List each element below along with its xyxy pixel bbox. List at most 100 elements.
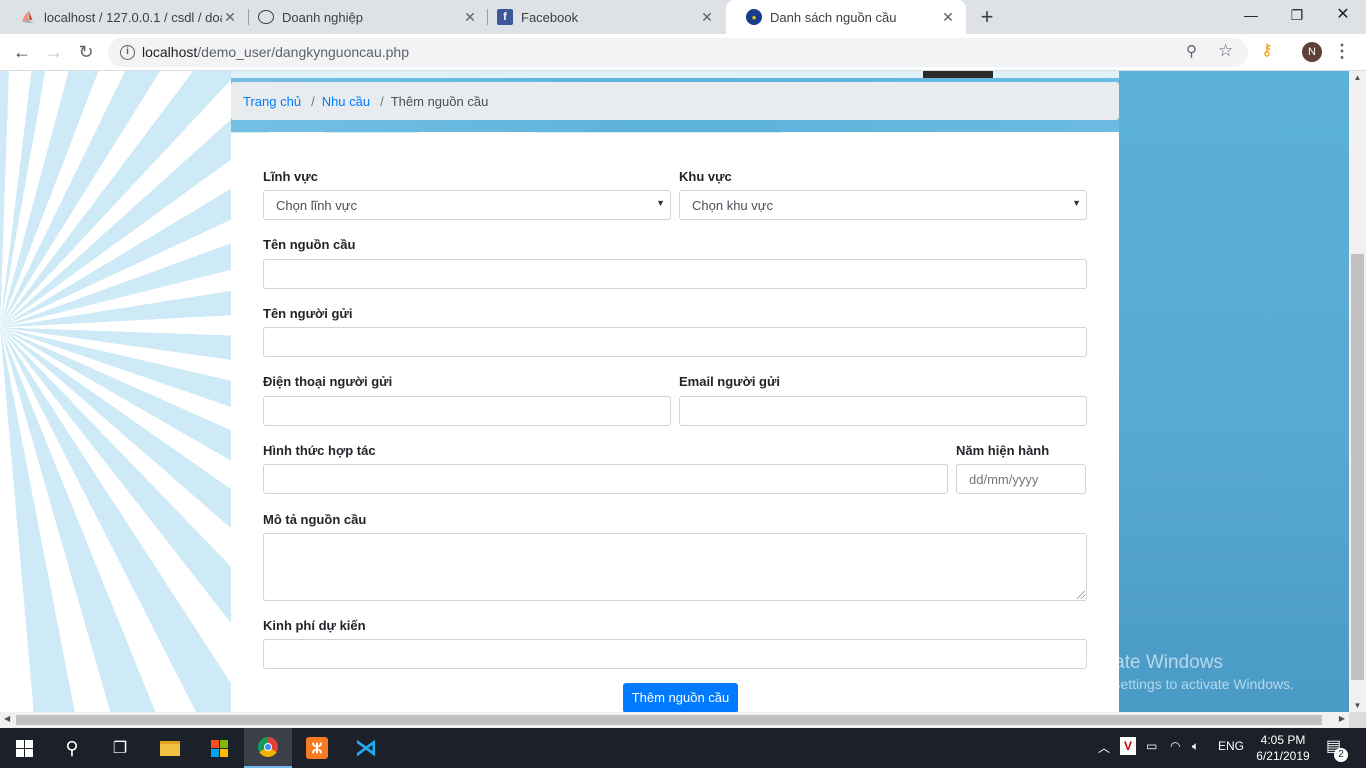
close-tab-icon[interactable]: ✕ — [462, 9, 478, 26]
xampp-icon[interactable]: ⵣ — [293, 728, 341, 768]
system-clock[interactable]: 4:05 PM 6/21/2019 — [1248, 732, 1318, 764]
bookmark-star-icon[interactable]: ☆ — [1218, 41, 1233, 61]
breadcrumb-separator: / — [380, 94, 384, 109]
menu-icon[interactable]: ⋮ — [1332, 39, 1352, 65]
battery-icon[interactable]: ▭ — [1146, 739, 1157, 753]
zoom-icon[interactable]: ⚲ — [1186, 42, 1197, 60]
vscode-icon[interactable]: ⋊ — [342, 728, 390, 768]
task-view-icon[interactable]: ❐ — [96, 728, 144, 768]
dien-thoai-label: Điện thoại người gửi — [263, 374, 393, 389]
dropdown-arrow-icon: ▼ — [656, 198, 665, 208]
resize-handle-icon[interactable] — [1077, 591, 1085, 599]
ten-nguon-cau-input[interactable] — [263, 259, 1087, 289]
form-card: Lĩnh vực Chọn lĩnh vực ▼ Khu vực Chọn kh… — [231, 133, 1119, 712]
watermark-title: Activate Windows — [1073, 652, 1223, 673]
scroll-left-arrow-icon[interactable]: ◀ — [4, 714, 10, 723]
close-window-icon[interactable]: ✕ — [1320, 0, 1366, 32]
hinh-thuc-input[interactable] — [263, 464, 948, 494]
back-icon[interactable]: ← — [9, 39, 35, 65]
wifi-icon[interactable]: ◠ — [1170, 739, 1180, 753]
clock-time: 4:05 PM — [1260, 733, 1306, 747]
nam-hien-hanh-date-input[interactable]: dd/mm/yyyy — [956, 464, 1086, 494]
volume-icon[interactable]: 🔈︎ — [1192, 739, 1199, 754]
ten-nguoi-gui-input[interactable] — [263, 327, 1087, 357]
breadcrumb-current: Thêm nguồn cầu — [390, 94, 489, 109]
minimize-icon[interactable]: — — [1228, 0, 1274, 32]
page-viewport: Trang chủ / Nhu cầu / Thêm nguồn cầu Lĩnh vự… — [0, 71, 1349, 712]
tab-danh-sach-nguon-cau[interactable]: ● Danh sách nguồn cầu ✕ — [726, 0, 966, 34]
linh-vuc-selected: Chọn lĩnh vực — [276, 198, 357, 213]
khu-vuc-selected: Chọn khu vực — [692, 198, 773, 213]
breadcrumb-nhu-cau-link[interactable]: Nhu cầu — [322, 94, 370, 109]
restore-icon[interactable]: ❐ — [1274, 0, 1320, 32]
close-tab-icon[interactable]: ✕ — [940, 9, 956, 26]
url-host: localhost — [142, 44, 198, 60]
file-explorer-icon[interactable] — [146, 728, 194, 768]
windows-logo-icon — [15, 739, 33, 757]
forward-icon[interactable]: → — [41, 39, 67, 65]
chrome-icon[interactable] — [244, 728, 292, 768]
windows-activation-watermark: Activate Windows Go to Settings to activ… — [1073, 652, 1294, 692]
tab-title: Facebook — [521, 9, 579, 25]
breadcrumb-separator: / — [311, 94, 315, 109]
dien-thoai-input[interactable] — [263, 396, 671, 426]
tab-title: Danh sách nguồn cầu — [770, 9, 897, 25]
tab-phpmyadmin[interactable]: ⛵ localhost / 127.0.0.1 / csdl / doan ✕ — [0, 0, 248, 34]
scroll-down-arrow-icon[interactable]: ▼ — [1349, 701, 1366, 710]
linh-vuc-label: Lĩnh vực — [263, 169, 318, 184]
browser-toolbar: ← → ↻ i localhost/demo_user/dangkynguonc… — [0, 34, 1366, 71]
ten-nguon-cau-label: Tên nguồn cầu — [263, 237, 356, 252]
ten-nguoi-gui-label: Tên người gửi — [263, 306, 353, 321]
close-tab-icon[interactable]: ✕ — [699, 9, 715, 26]
them-nguon-cau-button[interactable]: Thêm nguồn cầu — [623, 683, 738, 712]
horizontal-scrollbar[interactable]: ◀ ▶ — [0, 712, 1349, 728]
breadcrumb: Trang chủ / Nhu cầu / Thêm nguồn cầu — [231, 82, 1119, 120]
tab-strip: ⛵ localhost / 127.0.0.1 / csdl / doan ✕ … — [0, 0, 1366, 34]
scroll-right-arrow-icon[interactable]: ▶ — [1339, 714, 1345, 723]
nam-hien-hanh-label: Năm hiện hành — [956, 443, 1050, 458]
tab-doanh-nghiep[interactable]: Doanh nghiệp ✕ — [238, 0, 488, 34]
kinh-phi-input[interactable] — [263, 639, 1087, 669]
site-logo-icon: ● — [746, 9, 762, 25]
windows-taskbar: ⚲ ❐ ⵣ ⋊ ︿ V ▭ ◠ 🔈︎ ENG 4:05 PM 6/21/2019… — [0, 728, 1366, 768]
tab-title: Doanh nghiệp — [282, 9, 363, 25]
horizontal-scroll-thumb[interactable] — [16, 715, 1322, 725]
email-label: Email người gửi — [679, 374, 781, 389]
breadcrumb-home-link[interactable]: Trang chủ — [243, 94, 301, 109]
language-indicator[interactable]: ENG — [1218, 739, 1244, 753]
scrollbar-corner — [1349, 712, 1366, 728]
mo-ta-textarea[interactable] — [263, 533, 1087, 601]
vertical-scroll-thumb[interactable] — [1351, 254, 1364, 680]
store-icon[interactable] — [195, 728, 243, 768]
facebook-icon: f — [497, 9, 513, 25]
khu-vuc-label: Khu vực — [679, 169, 732, 184]
content-container: Trang chủ / Nhu cầu / Thêm nguồn cầu Lĩnh vự… — [231, 71, 1119, 712]
start-button[interactable] — [0, 728, 48, 768]
tab-title: localhost / 127.0.0.1 / csdl / doan — [44, 9, 222, 25]
vertical-scrollbar[interactable]: ▲ ▼ — [1349, 71, 1366, 712]
banner-image-detail — [923, 71, 993, 78]
avatar[interactable]: N — [1302, 42, 1322, 62]
clock-date: 6/21/2019 — [1256, 749, 1310, 763]
extension-key-icon[interactable]: ⚷ — [1258, 42, 1276, 60]
notification-count-badge: 2 — [1334, 748, 1348, 762]
url-path: /demo_user/dangkynguoncau.php — [197, 44, 409, 60]
email-input[interactable] — [679, 396, 1087, 426]
linh-vuc-select[interactable]: Chọn lĩnh vực ▼ — [263, 190, 671, 220]
info-icon[interactable]: i — [120, 45, 135, 60]
watermark-subtitle: Go to Settings to activate Windows. — [1073, 676, 1294, 692]
tab-facebook[interactable]: f Facebook ✕ — [477, 0, 725, 34]
globe-icon — [258, 10, 274, 24]
khu-vuc-select[interactable]: Chọn khu vực ▼ — [679, 190, 1087, 220]
new-tab-icon[interactable]: + — [976, 4, 998, 30]
search-icon[interactable]: ⚲ — [48, 728, 96, 768]
scroll-up-arrow-icon[interactable]: ▲ — [1349, 73, 1366, 82]
close-tab-icon[interactable]: ✕ — [222, 9, 238, 26]
address-bar[interactable]: i localhost/demo_user/dangkynguoncau.php… — [108, 38, 1248, 67]
url-text[interactable]: localhost/demo_user/dangkynguoncau.php — [142, 44, 409, 60]
background-panel — [1119, 71, 1349, 712]
tray-expand-icon[interactable]: ︿ — [1098, 739, 1110, 756]
antivirus-tray-icon[interactable]: V — [1120, 737, 1136, 755]
reload-icon[interactable]: ↻ — [73, 39, 99, 65]
phpmyadmin-icon: ⛵ — [21, 11, 35, 24]
